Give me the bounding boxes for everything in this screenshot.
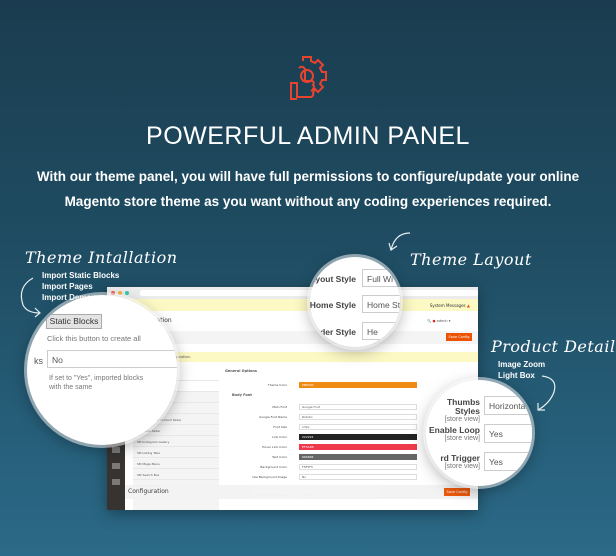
layout-style-select[interactable]: Full Wi bbox=[362, 269, 400, 287]
store-view-note: [store view] bbox=[444, 416, 480, 423]
config-field-row: Text Color 666666 bbox=[237, 454, 417, 462]
config-field-row: Link Color 222222 bbox=[237, 434, 417, 442]
field-label: Main Font bbox=[272, 405, 287, 409]
field-input[interactable]: 666666 bbox=[299, 454, 417, 460]
overwrite-select[interactable]: No bbox=[47, 350, 177, 368]
field-label: Home Style bbox=[310, 300, 356, 310]
success-message: ✓ You saved the configuration. bbox=[131, 352, 478, 362]
gear-thumbs-up-icon bbox=[290, 56, 327, 100]
feature-item: Image Zoom bbox=[498, 360, 546, 369]
field-label: Text Color bbox=[272, 455, 287, 459]
field-input[interactable]: Roboto bbox=[299, 414, 417, 420]
save-config-button[interactable]: Save Config bbox=[444, 488, 470, 496]
field-label: Font Size bbox=[273, 425, 287, 429]
zoom-product: Thumbs Styles [store view] Horizontal Ena… bbox=[426, 380, 532, 486]
home-style-select[interactable]: Home St bbox=[362, 295, 400, 313]
config-field-row: Main Font Google Font bbox=[237, 404, 417, 412]
field-input[interactable]: F5F5F5 bbox=[299, 464, 417, 470]
tree-item[interactable]: SM Listing Tabs bbox=[133, 447, 219, 458]
field-label: Enable Loop [store view] bbox=[426, 426, 480, 443]
thumbs-style-select[interactable]: Horizontal bbox=[484, 396, 532, 415]
field-label: ks bbox=[34, 356, 43, 366]
enable-loop-select[interactable]: Yes bbox=[484, 424, 532, 443]
field-label: Google Font Name bbox=[259, 415, 287, 419]
field-label: Link Color bbox=[272, 435, 287, 439]
hint-text: Click this button to create all bbox=[47, 334, 141, 343]
field-input[interactable]: No bbox=[299, 474, 417, 480]
arrow-icon bbox=[20, 277, 41, 318]
config-field-row: Use Background Image No bbox=[237, 474, 417, 482]
store-view-note: [store view] bbox=[444, 463, 480, 470]
note-text: If set to "Yes", imported blocks with th… bbox=[49, 375, 144, 391]
arrow-icon bbox=[388, 232, 411, 251]
tree-item[interactable]: SM Instagram Gallery bbox=[133, 436, 219, 447]
field-label: Hover Link Color bbox=[262, 445, 287, 449]
field-input[interactable]: EF3A4B bbox=[299, 444, 417, 450]
theme-layout-label: Theme Layout bbox=[410, 250, 532, 269]
config-field-row: Google Font Name Roboto bbox=[237, 414, 417, 422]
product-detail-label: Product Detail bbox=[491, 337, 616, 356]
zoom-layout: Layout Style Full Wi Home Style Home St … bbox=[310, 257, 400, 347]
config-field-row: Theme Color EB8300 bbox=[237, 382, 417, 390]
field-input[interactable]: EB8300 bbox=[299, 382, 417, 388]
store-view-note: [store view] bbox=[444, 435, 480, 442]
field-label: Use Background Image bbox=[252, 475, 287, 479]
config-field-row: Background Color F5F5F5 bbox=[237, 464, 417, 472]
zoom-installation: Static Blocks Click this button to creat… bbox=[27, 295, 177, 445]
field-input[interactable]: 222222 bbox=[299, 434, 417, 440]
field-label: rd Trigger [store view] bbox=[426, 454, 480, 471]
static-blocks-button[interactable]: Static Blocks bbox=[46, 314, 102, 329]
field-input[interactable]: Google Font bbox=[299, 404, 417, 410]
header-style-select[interactable]: He bbox=[362, 322, 400, 340]
field-label: Layout Style bbox=[310, 274, 356, 284]
browser-bar bbox=[107, 287, 478, 299]
field-label: Background Color bbox=[260, 465, 287, 469]
field-label: Theme Color bbox=[267, 383, 287, 387]
subsection-title: Body Font bbox=[232, 393, 252, 397]
tree-item[interactable]: SM Search Box bbox=[133, 469, 219, 480]
field-label: Thumbs Styles [store view] bbox=[426, 398, 480, 424]
arrow-icon bbox=[537, 375, 556, 411]
save-config-button[interactable]: Save Config bbox=[446, 333, 472, 341]
tree-item[interactable]: SM Mega Menu bbox=[133, 458, 219, 469]
trigger-select[interactable]: Yes bbox=[484, 452, 532, 471]
sticky-header: Configuration Save Config bbox=[125, 485, 478, 499]
scope-toolbar: Store View: Default Config Save Config bbox=[125, 331, 478, 344]
theme-installation-label: Theme Intallation bbox=[25, 248, 178, 267]
config-field-row: Font Size 13px bbox=[237, 424, 417, 432]
user-menu[interactable]: 🔍 ● admin ▾ bbox=[427, 319, 451, 323]
system-messages[interactable]: System Messages ▲ bbox=[125, 299, 478, 311]
page-title: POWERFUL ADMIN PANEL bbox=[146, 122, 470, 150]
field-input[interactable]: 13px bbox=[299, 424, 417, 430]
field-label: der Style bbox=[320, 327, 356, 337]
description: With our theme panel, you will have full… bbox=[36, 169, 580, 209]
feature-item: Import Static Blocks bbox=[42, 271, 120, 280]
section-title: General Options bbox=[225, 369, 257, 373]
config-field-row: Hover Link Color EF3A4B bbox=[237, 444, 417, 452]
